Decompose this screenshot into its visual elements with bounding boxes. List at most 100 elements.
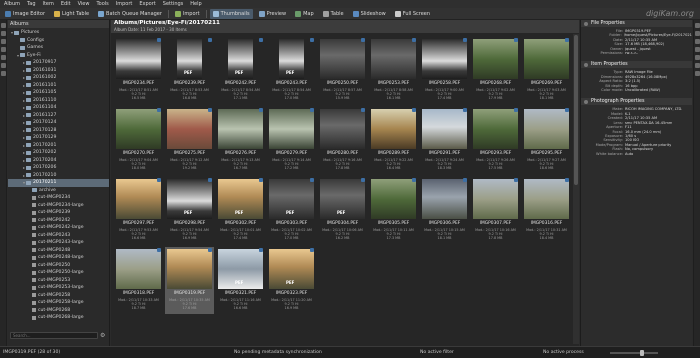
thumbnail-item[interactable]: PEF IMGP0323.PEF Mod.: 2/11/17 11:20 AM 9.2… — [267, 247, 316, 314]
album-tree-folder[interactable]: Configs — [8, 37, 109, 45]
album-tree-folder[interactable]: ▸ 20170917 — [8, 59, 109, 67]
thumbnail-item[interactable]: IMGP0275.PEF Mod.: 2/11/17 9:12 AM 9.2 Ti … — [165, 107, 214, 174]
thumbnail-item[interactable]: IMGP0234.PEF Mod.: 2/11/17 8:51 AM 9.2 Ti … — [114, 37, 163, 104]
album-tree-item[interactable]: cut-IMGP0234 — [8, 194, 109, 202]
thumbnail-item[interactable]: PEF IMGP0302.PEF Mod.: 2/11/17 10:01 AM 9.2… — [216, 177, 265, 244]
albums-tab-icon[interactable] — [1, 23, 6, 28]
full-screen-button[interactable]: Full Screen — [392, 9, 433, 19]
thumbnail-item[interactable]: IMGP0297.PEF Mod.: 2/11/17 9:53 AM 9.2 Ti … — [114, 177, 163, 244]
album-tree-item[interactable]: cut-IMGP0243-large — [8, 239, 109, 247]
metadata-tab-icon[interactable] — [695, 31, 700, 36]
thumbnail-image[interactable] — [167, 249, 212, 289]
thumbnail-image[interactable] — [218, 109, 263, 149]
captions-tab-icon[interactable] — [695, 55, 700, 60]
album-tree-item[interactable]: cut-IMGP0248 — [8, 247, 109, 255]
colors-tab-icon[interactable] — [695, 39, 700, 44]
zoom-slider-knob[interactable] — [640, 350, 644, 356]
thumbnail-image[interactable]: PEF — [218, 249, 263, 289]
album-tree-folder[interactable]: ▸ 20170202 — [8, 149, 109, 157]
filters-tab-icon[interactable] — [695, 71, 700, 76]
thumbnail-image[interactable] — [371, 179, 416, 219]
menu-item[interactable]: Item — [43, 1, 54, 7]
album-tree-item[interactable]: cut-IMGP0239 — [8, 209, 109, 217]
image-editor-button[interactable]: Image Editor — [2, 9, 48, 19]
thumbnail-item[interactable]: PEF IMGP0242.PEF Mod.: 2/11/17 8:54 AM 9.2 … — [216, 37, 265, 104]
album-tree-item[interactable]: cut-IMGP0253-large — [8, 284, 109, 292]
album-tree-item[interactable]: cut-IMGP0250-large — [8, 269, 109, 277]
menu-album[interactable]: Album — [4, 1, 20, 7]
album-tree-item[interactable]: cut-IMGP0242-large — [8, 224, 109, 232]
properties-tab-icon[interactable] — [695, 23, 700, 28]
menu-tag[interactable]: Tag — [27, 1, 35, 7]
thumbnail-item[interactable]: IMGP0279.PEF Mod.: 2/11/17 9:14 AM 9.2 Ti … — [267, 107, 316, 174]
thumbnail-image[interactable]: PEF — [269, 249, 314, 289]
album-tree-folder[interactable]: ▸ 20161101 — [8, 82, 109, 90]
thumbnail-image[interactable] — [116, 109, 161, 149]
album-tree-folder[interactable]: ▸ 20161002 — [8, 74, 109, 82]
thumbnail-item[interactable]: IMGP0319.PEF Mod.: 2/11/17 10:35 AM 9.2 Ti… — [165, 247, 214, 314]
thumbnail-image[interactable]: PEF — [279, 39, 304, 79]
versions-tab-icon[interactable] — [695, 63, 700, 68]
thumbnail-item[interactable]: IMGP0268.PEF Mod.: 2/11/17 9:02 AM 9.2 Ti … — [471, 37, 520, 104]
menu-settings[interactable]: Settings — [163, 1, 184, 7]
thumbnail-image[interactable] — [371, 39, 416, 79]
thumbnail-image[interactable]: PEF — [269, 179, 314, 219]
thumbnail-image[interactable]: PEF — [228, 39, 253, 79]
table-button[interactable]: Table — [320, 9, 347, 19]
album-tree-folder[interactable]: ▸ 20170124 — [8, 119, 109, 127]
properties-section-header[interactable]: File Properties — [581, 20, 692, 27]
thumbnail-item[interactable]: IMGP0276.PEF Mod.: 2/11/17 9:13 AM 9.2 Ti … — [216, 107, 265, 174]
status-filter[interactable]: No active filter — [420, 350, 454, 355]
map-button[interactable]: Map — [292, 9, 317, 19]
thumbnail-image[interactable] — [524, 39, 569, 79]
album-tree-folder[interactable]: ▸ 20170210 — [8, 172, 109, 180]
thumbnail-image[interactable] — [320, 109, 365, 149]
album-tree-folder[interactable]: ▸ 20161110 — [8, 97, 109, 105]
slideshow-button[interactable]: Slideshow — [350, 9, 389, 19]
preview-button[interactable]: Preview — [256, 9, 289, 19]
thumbnail-item[interactable]: IMGP0289.PEF Mod.: 2/11/17 9:22 AM 9.2 Ti … — [369, 107, 418, 174]
thumbnail-item[interactable]: IMGP0318.PEF Mod.: 2/11/17 10:33 AM 9.2 Ti… — [114, 247, 163, 314]
thumbnail-item[interactable]: PEF IMGP0303.PEF Mod.: 2/11/17 10:02 AM 9.2… — [267, 177, 316, 244]
album-tree-folder[interactable]: ▸ 20161104 — [8, 104, 109, 112]
thumbnail-item[interactable]: IMGP0316.PEF Mod.: 2/11/17 10:31 AM 9.2 Ti… — [522, 177, 571, 244]
album-search-input[interactable]: Search... — [10, 331, 98, 339]
thumbnail-image[interactable] — [524, 179, 569, 219]
thumbnail-image[interactable] — [473, 39, 518, 79]
tags-tab-icon[interactable] — [1, 31, 6, 36]
scroll-thumb[interactable] — [574, 35, 578, 185]
thumbnail-item[interactable]: IMGP0291.PEF Mod.: 2/11/17 9:24 AM 9.2 Ti … — [420, 107, 469, 174]
collapse-toggle-icon[interactable] — [584, 21, 588, 26]
thumbnail-item[interactable]: PEF IMGP0243.PEF Mod.: 2/11/17 8:54 AM 9.2 … — [267, 37, 316, 104]
search-options-icon[interactable]: ⚙ — [100, 332, 105, 339]
thumbnail-item[interactable]: IMGP0250.PEF Mod.: 2/11/17 8:57 AM 9.2 Ti … — [318, 37, 367, 104]
thumbnail-item[interactable]: IMGP0270.PEF Mod.: 2/11/17 9:04 AM 9.2 Ti … — [114, 107, 163, 174]
thumbnail-item[interactable]: IMGP0306.PEF Mod.: 2/11/17 10:15 AM 9.2 Ti… — [420, 177, 469, 244]
album-tree-item[interactable]: cut-IMGP0253 — [8, 277, 109, 285]
album-tree-folder[interactable]: ▸ 20161127 — [8, 112, 109, 120]
thumbnail-image[interactable] — [116, 39, 161, 79]
thumbnail-item[interactable]: IMGP0269.PEF Mod.: 2/11/17 9:03 AM 9.2 Ti … — [522, 37, 571, 104]
thumbnail-item[interactable]: IMGP0305.PEF Mod.: 2/11/17 10:11 AM 9.2 Ti… — [369, 177, 418, 244]
album-tree-folder[interactable]: ▸ 20170128 — [8, 127, 109, 135]
import-button[interactable]: Import — [172, 9, 203, 19]
labels-tab-icon[interactable] — [1, 39, 6, 44]
menu-tools[interactable]: Tools — [96, 1, 108, 7]
thumbnail-image[interactable]: PEF — [167, 179, 212, 219]
thumbnails-button[interactable]: Thumbnails — [209, 8, 253, 19]
thumbnail-item[interactable]: PEF IMGP0239.PEF Mod.: 2/11/17 8:53 AM 9.2 … — [165, 37, 214, 104]
thumbnail-image[interactable] — [116, 249, 161, 289]
collapse-toggle-icon[interactable] — [584, 62, 588, 67]
album-tree-folder[interactable]: ▸ 20170129 — [8, 134, 109, 142]
album-tree-folder[interactable]: Games — [8, 44, 109, 52]
album-tree-folder[interactable]: ▸ 20161105 — [8, 89, 109, 97]
album-tree-item[interactable]: cut-IMGP0250 — [8, 262, 109, 270]
thumbnail-image[interactable] — [473, 109, 518, 149]
light-table-button[interactable]: Light Table — [51, 9, 92, 19]
album-tree-item[interactable]: cut-IMGP0258 — [8, 292, 109, 300]
search-tab-icon[interactable] — [1, 63, 6, 68]
properties-section-header[interactable]: Photograph Properties — [581, 98, 692, 106]
thumbnail-item[interactable]: IMGP0253.PEF Mod.: 2/11/17 8:58 AM 9.2 Ti … — [369, 37, 418, 104]
zoom-slider[interactable] — [610, 350, 658, 356]
album-tree-folder[interactable]: ▸ 20170206 — [8, 164, 109, 172]
